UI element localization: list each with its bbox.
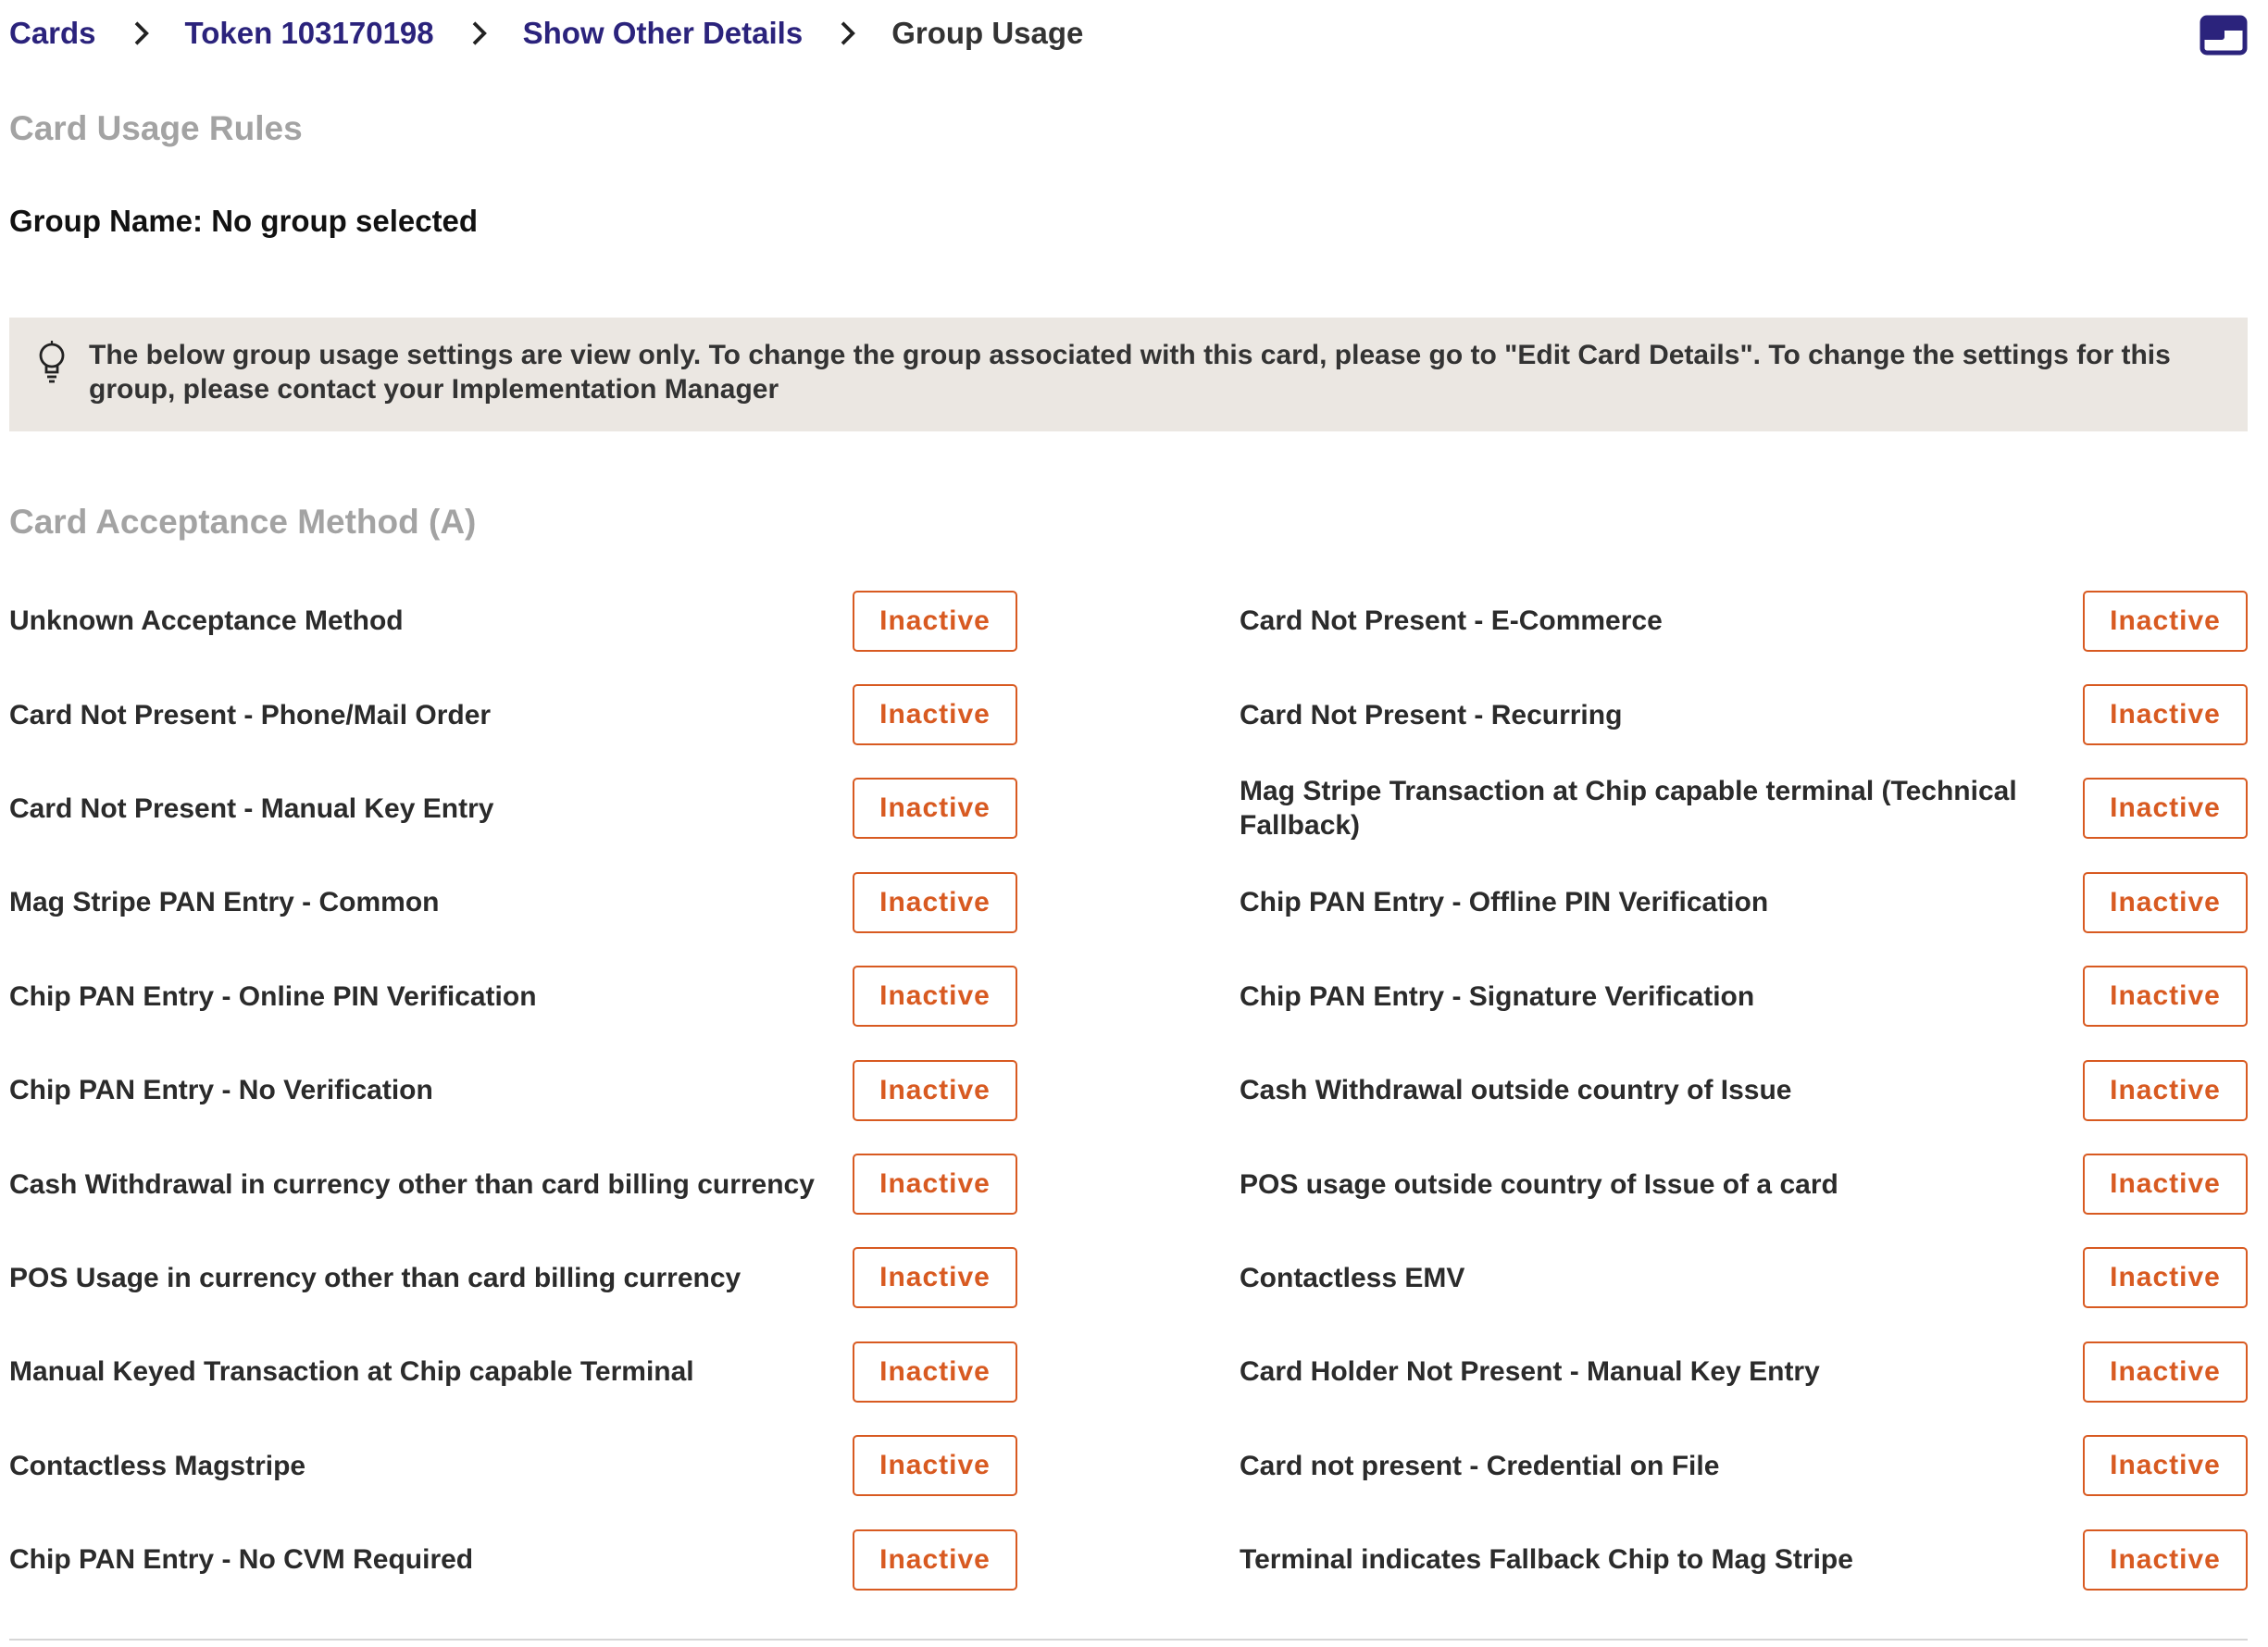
status-button[interactable]: Inactive — [2083, 1154, 2248, 1216]
rule-label: Chip PAN Entry - No CVM Required — [9, 1544, 474, 1576]
status-button[interactable]: Inactive — [853, 684, 1017, 746]
rule-row: Terminal indicates Fallback Chip to Mag … — [1240, 1513, 2248, 1606]
rule-label: Chip PAN Entry - Signature Verification — [1240, 980, 1755, 1012]
status-button[interactable]: Inactive — [853, 1341, 1017, 1403]
chevron-right-icon — [115, 7, 167, 59]
rule-label: Contactless EMV — [1240, 1262, 1465, 1293]
rule-label: POS Usage in currency other than card bi… — [9, 1262, 741, 1293]
info-banner: The below group usage settings are view … — [9, 318, 2248, 431]
rule-row: Chip PAN Entry - No CVM Required Inactive — [9, 1513, 1017, 1606]
status-button[interactable]: Inactive — [2083, 966, 2248, 1028]
page-title: Card Usage Rules — [9, 109, 303, 147]
rule-label: Card Not Present - Recurring — [1240, 699, 1623, 730]
rule-label: Chip PAN Entry - Offline PIN Verificatio… — [1240, 887, 1769, 918]
status-button[interactable]: Inactive — [853, 778, 1017, 840]
page: Cards Token 103170198 Show Other Details… — [0, 0, 2268, 1647]
rule-label: Chip PAN Entry - Online PIN Verification — [9, 980, 537, 1012]
breadcrumb: Cards Token 103170198 Show Other Details… — [9, 7, 1083, 59]
rule-row: Mag Stripe Transaction at Chip capable t… — [1240, 762, 2248, 855]
section-divider — [9, 1639, 2248, 1641]
rule-label: Card Not Present - Manual Key Entry — [9, 792, 494, 824]
rule-label: Card Not Present - Phone/Mail Order — [9, 699, 492, 730]
rule-label: Manual Keyed Transaction at Chip capable… — [9, 1356, 694, 1388]
rule-label: Mag Stripe Transaction at Chip capable t… — [1240, 776, 2017, 842]
rule-row: Card Not Present - Recurring Inactive — [1240, 668, 2248, 761]
rule-row: Manual Keyed Transaction at Chip capable… — [9, 1325, 1017, 1418]
group-name: Group Name: No group selected — [9, 204, 479, 238]
breadcrumb-token[interactable]: Token 103170198 — [185, 16, 434, 51]
rule-row: Cash Withdrawal in currency other than c… — [9, 1137, 1017, 1230]
rule-row: Chip PAN Entry - Online PIN Verification… — [9, 950, 1017, 1043]
status-button[interactable]: Inactive — [2083, 684, 2248, 746]
rule-label: Cash Withdrawal in currency other than c… — [9, 1168, 815, 1200]
rule-label: Cash Withdrawal outside country of Issue — [1240, 1075, 1792, 1106]
rule-label: Mag Stripe PAN Entry - Common — [9, 887, 440, 918]
chevron-right-icon — [453, 7, 505, 59]
rule-row: Chip PAN Entry - No Verification Inactive — [9, 1043, 1017, 1137]
status-button[interactable]: Inactive — [853, 1528, 1017, 1591]
rule-label: Contactless Magstripe — [9, 1450, 306, 1481]
open-window-icon[interactable] — [2199, 15, 2248, 56]
rule-row: Chip PAN Entry - Offline PIN Verificatio… — [1240, 855, 2248, 949]
rule-row: Card Holder Not Present - Manual Key Ent… — [1240, 1325, 2248, 1418]
status-button[interactable]: Inactive — [2083, 871, 2248, 933]
rule-row: POS Usage in currency other than card bi… — [9, 1231, 1017, 1325]
rule-row: Card not present - Credential on File Ina… — [1240, 1419, 2248, 1513]
status-button[interactable]: Inactive — [853, 1247, 1017, 1309]
breadcrumb-cards[interactable]: Cards — [9, 16, 96, 51]
rule-row: Card Not Present - Manual Key Entry Inact… — [9, 762, 1017, 855]
rule-row: Contactless EMV Inactive — [1240, 1231, 2248, 1325]
status-button[interactable]: Inactive — [2083, 778, 2248, 840]
status-button[interactable]: Inactive — [853, 590, 1017, 652]
rule-row: Card Not Present - E-Commerce Inactive — [1240, 574, 2248, 668]
rule-label: POS usage outside country of Issue of a … — [1240, 1168, 1838, 1200]
rule-label: Card Not Present - E-Commerce — [1240, 605, 1663, 637]
status-button[interactable]: Inactive — [2083, 1435, 2248, 1497]
status-button[interactable]: Inactive — [853, 1154, 1017, 1216]
status-button[interactable]: Inactive — [853, 1059, 1017, 1121]
rule-row: Mag Stripe PAN Entry - Common Inactive — [9, 855, 1017, 949]
rule-row: Cash Withdrawal outside country of Issue… — [1240, 1043, 2248, 1137]
status-button[interactable]: Inactive — [2083, 1247, 2248, 1309]
status-button[interactable]: Inactive — [853, 871, 1017, 933]
rule-label: Card Holder Not Present - Manual Key Ent… — [1240, 1356, 1820, 1388]
status-button[interactable]: Inactive — [2083, 1528, 2248, 1591]
status-button[interactable]: Inactive — [2083, 1059, 2248, 1121]
info-banner-text: The below group usage settings are view … — [89, 340, 2171, 405]
rule-row: POS usage outside country of Issue of a … — [1240, 1137, 2248, 1230]
section-title-card-acceptance: Card Acceptance Method (A) — [9, 503, 477, 541]
status-button[interactable]: Inactive — [2083, 590, 2248, 652]
rule-label: Terminal indicates Fallback Chip to Mag … — [1240, 1544, 1853, 1576]
status-button[interactable]: Inactive — [2083, 1341, 2248, 1403]
rule-row: Chip PAN Entry - Signature Verification I… — [1240, 950, 2248, 1043]
rule-row: Contactless Magstripe Inactive — [9, 1419, 1017, 1513]
rule-label: Chip PAN Entry - No Verification — [9, 1075, 433, 1106]
rules-grid: Unknown Acceptance Method Inactive Card N… — [9, 574, 2248, 1606]
lightbulb-icon — [35, 340, 69, 386]
chevron-right-icon — [821, 7, 873, 59]
rule-row: Card Not Present - Phone/Mail Order Inact… — [9, 668, 1017, 761]
breadcrumb-current: Group Usage — [891, 16, 1084, 50]
status-button[interactable]: Inactive — [853, 1435, 1017, 1497]
status-button[interactable]: Inactive — [853, 966, 1017, 1028]
rule-label: Card not present - Credential on File — [1240, 1450, 1720, 1481]
breadcrumb-show-other-details[interactable]: Show Other Details — [523, 16, 804, 51]
rule-label: Unknown Acceptance Method — [9, 605, 404, 637]
rule-row: Unknown Acceptance Method Inactive — [9, 574, 1017, 668]
